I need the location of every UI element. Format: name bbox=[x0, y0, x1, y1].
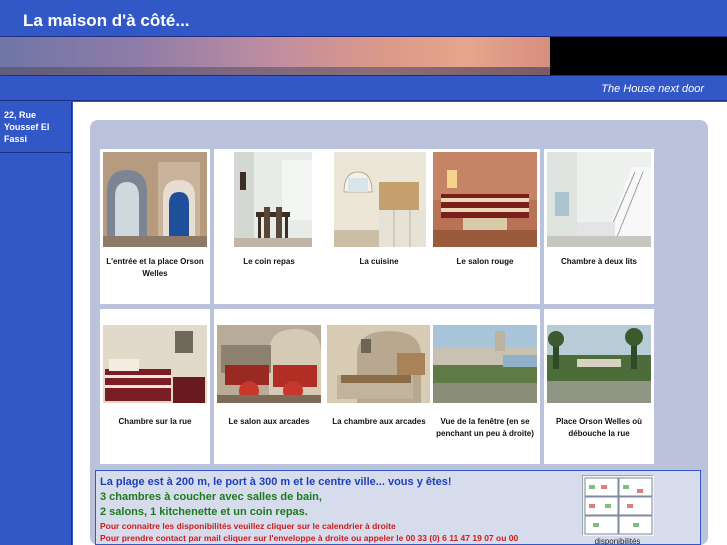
photo-cuisine[interactable] bbox=[334, 152, 426, 247]
gallery-card-salon-arcades[interactable]: Le salon aux arcades bbox=[214, 309, 324, 464]
info-salons-text: 2 salons, 1 kitchenette et un coin repas… bbox=[100, 506, 308, 518]
photo-place-orson-welles[interactable] bbox=[547, 325, 651, 403]
card-caption: La cuisine bbox=[359, 257, 399, 266]
photo-chambre-deux-lits[interactable] bbox=[547, 152, 651, 247]
tagline: The House next door bbox=[601, 83, 704, 95]
header-bar: La maison d'à côté... bbox=[0, 0, 727, 37]
sidebar: 22, Rue Youssef El Fassi bbox=[0, 102, 72, 545]
banner bbox=[0, 37, 727, 75]
gallery-card-chambre-deux-lits[interactable]: Chambre à deux lits bbox=[544, 149, 654, 304]
gallery-card-salon-rouge[interactable]: Le salon rouge bbox=[430, 149, 540, 304]
info-bedrooms-text: 3 chambres à coucher avec salles de bain… bbox=[100, 491, 322, 503]
card-caption: La chambre aux arcades bbox=[332, 417, 426, 426]
calendar-label[interactable]: disponibilités bbox=[576, 537, 659, 545]
banner-sunset-image bbox=[0, 37, 550, 75]
card-caption: Chambre sur la rue bbox=[118, 417, 192, 426]
photo-chambre-arcades[interactable] bbox=[327, 325, 431, 403]
info-location-text: La plage est à 200 m, le port à 300 m et… bbox=[100, 476, 452, 488]
gallery-card-vue-fenetre[interactable]: Vue de la fenêtre (en se penchant un peu… bbox=[430, 309, 540, 464]
gallery-card-chambre-arcades[interactable]: La chambre aux arcades bbox=[324, 309, 434, 464]
photo-coin-repas[interactable] bbox=[234, 152, 312, 247]
sub-header-bar: The House next door bbox=[0, 75, 727, 101]
card-caption: Le salon aux arcades bbox=[228, 417, 310, 426]
site-title: La maison d'à côté... bbox=[23, 11, 190, 30]
gallery-card-place-orson-welles[interactable]: Place Orson Welles où débouche la rue bbox=[544, 309, 654, 464]
photo-salon-arcades[interactable] bbox=[217, 325, 321, 403]
photo-vue-fenetre[interactable] bbox=[433, 325, 537, 403]
photo-entree[interactable] bbox=[103, 152, 207, 247]
card-caption: Vue de la fenêtre (en se penchant un peu… bbox=[436, 417, 534, 438]
gallery-card-entree[interactable]: L'entrée et la place Orson Welles bbox=[100, 149, 210, 304]
photo-salon-rouge[interactable] bbox=[433, 152, 537, 247]
info-contact-text: Pour prendre contact par mail cliquer su… bbox=[100, 533, 519, 543]
photo-chambre-rue[interactable] bbox=[103, 325, 207, 403]
sidebar-item-address[interactable]: 22, Rue Youssef El Fassi bbox=[0, 102, 71, 153]
card-caption: Place Orson Welles où débouche la rue bbox=[555, 417, 643, 438]
card-caption: Chambre à deux lits bbox=[560, 257, 638, 266]
card-caption: Le coin repas bbox=[243, 257, 295, 266]
info-box: La plage est à 200 m, le port à 300 m et… bbox=[95, 470, 701, 545]
info-availability-text: Pour connaitre les disponibilités veuill… bbox=[100, 521, 396, 531]
gallery-card-coin-repas[interactable]: Le coin repas bbox=[214, 149, 324, 304]
gallery-card-cuisine[interactable]: La cuisine bbox=[324, 149, 434, 304]
gallery-card-chambre-rue[interactable]: Chambre sur la rue bbox=[100, 309, 210, 464]
card-caption: Le salon rouge bbox=[456, 257, 514, 266]
calendar-icon[interactable] bbox=[582, 475, 654, 536]
card-caption: L'entrée et la place Orson Welles bbox=[106, 257, 204, 278]
